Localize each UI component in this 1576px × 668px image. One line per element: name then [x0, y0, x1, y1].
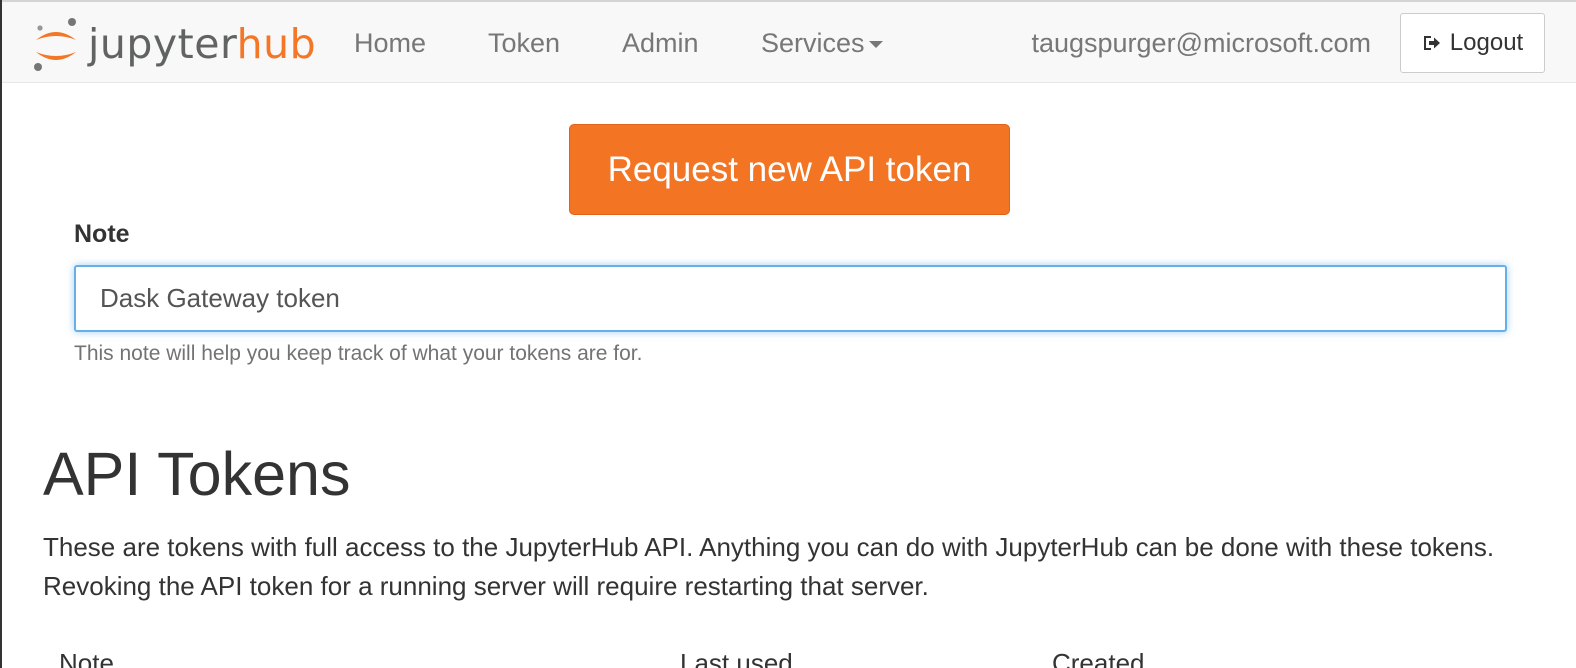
navbar: jupyterhub Home Token Admin Services tau…	[2, 0, 1576, 83]
logout-button[interactable]: Logout	[1400, 13, 1545, 73]
api-tokens-description: These are tokens with full access to the…	[43, 532, 1495, 601]
request-new-token-button[interactable]: Request new API token	[569, 124, 1010, 215]
note-label: Note	[74, 220, 130, 248]
nav-services-label: Services	[761, 28, 865, 58]
note-input[interactable]	[74, 265, 1507, 332]
jupyterhub-brand[interactable]: jupyterhub	[32, 16, 332, 72]
nav-admin[interactable]: Admin	[622, 26, 699, 60]
brand-suffix: hub	[236, 20, 317, 68]
api-tokens-title: API Tokens	[43, 440, 351, 508]
column-header-note: Note	[59, 648, 114, 668]
caret-down-icon	[868, 41, 883, 49]
brand-prefix: jupyter	[88, 20, 237, 68]
sign-out-icon	[1423, 36, 1440, 50]
user-email: taugspurger@microsoft.com	[1031, 28, 1371, 58]
logout-label: Logout	[1449, 29, 1524, 56]
note-help-text: This note will help you keep track of wh…	[74, 342, 643, 365]
tokens-table-header: Note Last used Created	[43, 644, 1543, 668]
nav-token[interactable]: Token	[488, 26, 560, 60]
page: jupyterhub Home Token Admin Services tau…	[0, 0, 1576, 668]
column-header-created: Created	[1052, 648, 1145, 668]
nav-home[interactable]: Home	[354, 26, 426, 60]
brand-wordmark: jupyterhub	[88, 22, 316, 66]
nav-services-dropdown[interactable]: Services	[761, 26, 883, 60]
jupyter-logo-icon	[34, 18, 76, 71]
column-header-last-used: Last used	[680, 648, 793, 668]
